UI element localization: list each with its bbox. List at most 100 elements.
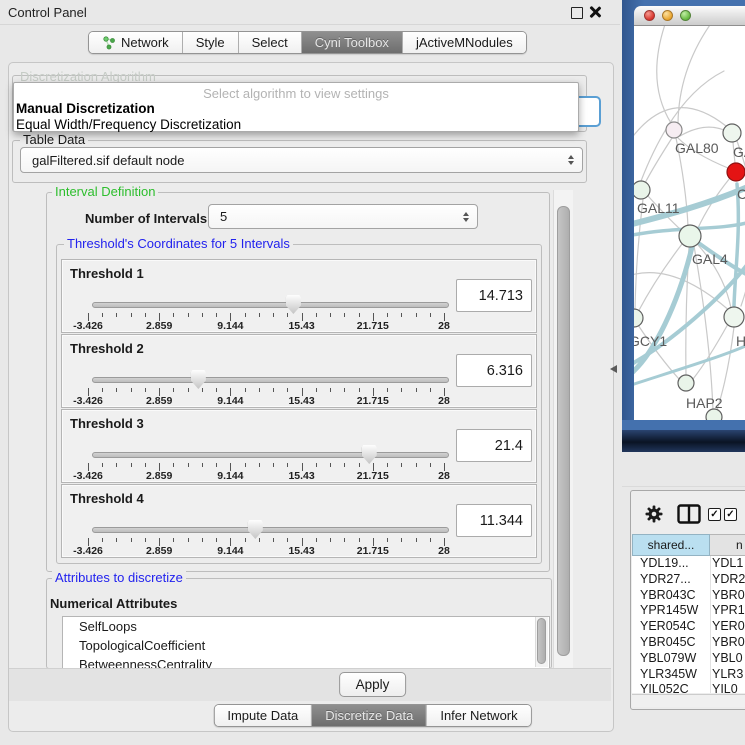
attributes-list-scrollbar[interactable] (535, 617, 548, 667)
tick-label: 9.144 (217, 395, 243, 407)
split-columns-icon[interactable] (677, 504, 701, 524)
tick-label: 2.859 (146, 320, 172, 332)
slider-track[interactable] (92, 377, 449, 383)
network-node[interactable] (678, 375, 694, 391)
network-node[interactable] (724, 307, 744, 327)
network-node[interactable] (679, 225, 701, 247)
tick-mark (416, 388, 417, 392)
zoom-traffic-light-icon[interactable] (680, 10, 691, 21)
checkbox-icon[interactable]: ✓ (708, 508, 721, 521)
attribute-list-item[interactable]: TopologicalCoefficient (63, 636, 549, 655)
tick-mark (401, 538, 402, 542)
tab-jactivemnodules[interactable]: jActiveMNodules (403, 32, 526, 53)
popup-options: Manual DiscretizationEqual Width/Frequen… (14, 101, 578, 132)
threshold-value-field[interactable]: 14.713 (456, 279, 532, 312)
network-node[interactable] (727, 163, 745, 181)
float-window-icon[interactable] (571, 7, 583, 19)
network-node[interactable] (666, 122, 682, 138)
attribute-list-item[interactable]: SelfLoops (63, 617, 549, 636)
tick-mark (216, 538, 217, 542)
tick-label: -3.426 (73, 545, 103, 557)
network-edge[interactable] (694, 246, 713, 410)
tick-label: 9.144 (217, 470, 243, 482)
network-node[interactable] (634, 181, 650, 199)
threshold-panel: Threshold 3 -3.4262.8599.14415.4321.7152… (61, 409, 537, 483)
tick-mark (344, 313, 345, 317)
tab-network[interactable]: Network (89, 32, 183, 53)
network-window-titlebar[interactable] (634, 6, 745, 26)
tick-mark (173, 388, 174, 392)
threshold-value-field[interactable]: 6.316 (456, 354, 532, 387)
tick-mark (387, 388, 388, 392)
table-row[interactable]: YLR345WYLR3 (632, 667, 745, 683)
tick-mark (387, 463, 388, 467)
apply-button[interactable]: Apply (339, 672, 407, 697)
table-row[interactable]: YBR043CYBR0 (632, 588, 745, 604)
threshold-value-field[interactable]: 11.344 (456, 504, 532, 537)
tab-style[interactable]: Style (183, 32, 239, 53)
table-horizontal-scrollbar[interactable] (632, 694, 745, 707)
bottom-tab-impute-data[interactable]: Impute Data (214, 705, 312, 726)
table-row[interactable]: YDL19...YDL1 (632, 556, 745, 572)
minimize-traffic-light-icon[interactable] (662, 10, 673, 21)
table-row[interactable]: YBL079WYBL0 (632, 651, 745, 667)
app-root: Control Panel NetworkStyleSelectCyni Too… (0, 0, 745, 745)
network-edge[interactable] (734, 184, 738, 306)
table-data-combo[interactable]: galFiltered.sif default node (20, 147, 583, 173)
tick-mark (316, 313, 317, 317)
popup-option-equal[interactable]: Equal Width/Frequency Discretization (14, 117, 578, 133)
gear-icon[interactable] (645, 505, 663, 523)
tab-cyni-toolbox[interactable]: Cyni Toolbox (302, 32, 403, 53)
slider-thumb[interactable] (286, 295, 301, 314)
table-row[interactable]: YER054CYER0 (632, 619, 745, 635)
tick-mark (259, 463, 260, 467)
table-column-header-shared[interactable]: shared... (632, 534, 710, 556)
slider-thumb[interactable] (362, 445, 377, 464)
network-node[interactable] (634, 309, 643, 327)
slider-track[interactable] (92, 302, 449, 308)
network-icon (102, 36, 116, 50)
table-cell: YER054C (640, 619, 696, 635)
table-cell: YBR045C (640, 635, 696, 651)
bottom-tab-infer-network[interactable]: Infer Network (427, 705, 530, 726)
close-traffic-light-icon[interactable] (644, 10, 655, 21)
network-node[interactable] (723, 124, 741, 142)
tick-mark (401, 463, 402, 467)
top-tab-strip: NetworkStyleSelectCyni ToolboxjActiveMNo… (88, 31, 527, 54)
tick-label: 28 (438, 545, 450, 557)
close-icon[interactable] (589, 6, 601, 18)
control-panel-titlebar: Control Panel (0, 0, 620, 25)
table-row[interactable]: YDR27...YDR2 (632, 572, 745, 588)
table-row[interactable]: YPR145WYPR1 (632, 603, 745, 619)
network-edge[interactable] (680, 127, 724, 136)
network-canvas[interactable]: GAL80GACGAL11GAL4GCY1HHAP2 (634, 26, 745, 420)
table-body[interactable]: YDL19...YDL1YDR27...YDR2YBR043CYBR0YPR14… (632, 556, 745, 693)
tick-mark (145, 388, 146, 392)
network-edge[interactable] (657, 26, 672, 123)
tick-mark (216, 463, 217, 467)
slider-track[interactable] (92, 452, 449, 458)
slider-thumb[interactable] (248, 520, 263, 539)
checkbox-icon[interactable]: ✓ (724, 508, 737, 521)
network-edge[interactable] (678, 26, 729, 123)
tick-mark (273, 538, 274, 542)
threshold-label: Threshold 2 (70, 341, 144, 356)
numerical-attributes-list[interactable]: SelfLoopsTopologicalCoefficientBetweenne… (62, 616, 550, 670)
number-of-intervals-combo[interactable]: 5 (208, 204, 478, 229)
popup-option-manual[interactable]: Manual Discretization (14, 101, 578, 117)
tick-mark (116, 538, 117, 542)
table-row[interactable]: YBR045CYBR0 (632, 635, 745, 651)
tab-select[interactable]: Select (239, 32, 302, 53)
table-row[interactable]: YIL052CYIL0 (632, 682, 745, 693)
slider-thumb[interactable] (191, 370, 206, 389)
threshold-value-field[interactable]: 21.4 (456, 429, 532, 462)
slider-track[interactable] (92, 527, 449, 533)
bottom-tab-discretize-data[interactable]: Discretize Data (312, 705, 427, 726)
table-column-header-name[interactable]: n (710, 534, 745, 556)
tick-mark (188, 313, 189, 317)
panel-scrollbar[interactable] (553, 190, 573, 696)
tick-mark (245, 538, 246, 542)
table-cell: YBR043C (640, 588, 696, 604)
number-of-intervals-label: Number of Intervals (85, 211, 207, 226)
tick-mark (216, 313, 217, 317)
